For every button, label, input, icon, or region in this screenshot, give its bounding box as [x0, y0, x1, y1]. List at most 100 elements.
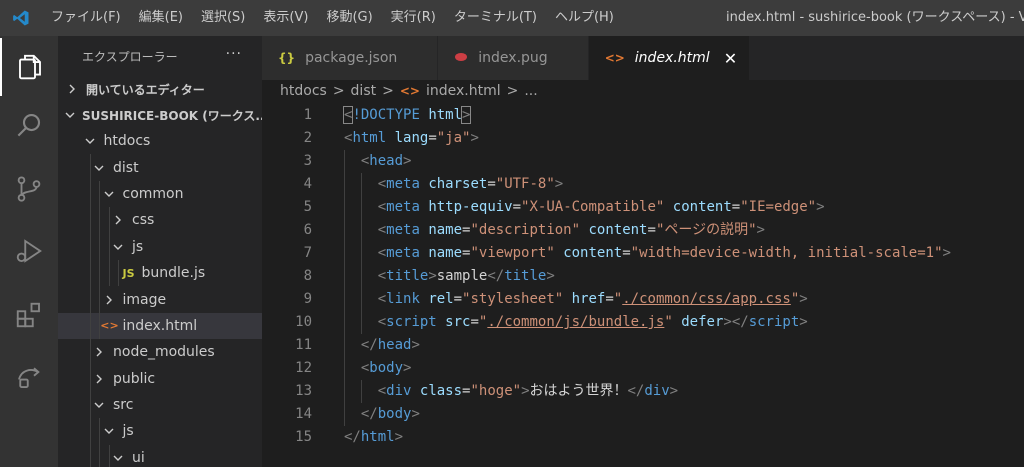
code-token: > — [411, 337, 420, 353]
menu-item[interactable]: 編集(E) — [130, 0, 192, 36]
code-line: 10 <script src="./common/js/bundle.js" de… — [262, 311, 1024, 334]
search-icon[interactable] — [0, 96, 58, 154]
indent-guide — [89, 259, 91, 287]
code-token: body — [377, 406, 412, 422]
menu-item[interactable]: 選択(S) — [192, 0, 254, 36]
chevron-right-icon — [91, 344, 107, 360]
tab-label: package.json — [305, 50, 398, 66]
code-line: 14 </body> — [262, 403, 1024, 426]
code-text: <body> — [361, 357, 412, 380]
tab-index-html[interactable]: <> index.html ✕ — [588, 36, 751, 80]
line-number: 11 — [295, 337, 312, 353]
indent-guide — [89, 233, 91, 260]
indent-guide — [118, 259, 119, 287]
menu-item[interactable]: ヘルプ(H) — [546, 0, 623, 36]
indent-guide — [344, 265, 345, 288]
indent-guide — [360, 288, 362, 311]
workspace-section[interactable]: SUSHIRICE-BOOK (ワークス... — [58, 102, 262, 128]
chevron-down-icon — [91, 397, 107, 413]
activity-bar — [0, 36, 58, 467]
code-token: > — [403, 360, 412, 376]
tree-item[interactable]: public — [58, 365, 262, 392]
explorer-sidebar: エクスプローラー ··· 開いているエディター SUSHIRICE-BOOK (… — [58, 36, 262, 467]
code-token: </ — [360, 337, 378, 353]
files-icon[interactable] — [0, 38, 58, 96]
code-token: meta — [386, 199, 420, 215]
js-file-icon: JS — [122, 266, 135, 280]
tree-item[interactable]: JS bundle.js — [58, 259, 262, 287]
code-token: "viewport" — [470, 245, 555, 261]
line-number: 14 — [295, 406, 312, 422]
code-token: </ — [487, 268, 505, 284]
code-token: script — [748, 314, 800, 330]
menu-item[interactable]: ファイル(F) — [42, 0, 130, 36]
code-token: title — [386, 268, 429, 284]
tree-item[interactable]: js — [58, 233, 262, 260]
breadcrumb-item[interactable]: htdocs — [280, 83, 327, 99]
code-token: > — [470, 130, 479, 146]
pug-file-icon — [454, 51, 468, 65]
line-number: 4 — [303, 176, 312, 192]
tree-item[interactable]: js — [58, 418, 262, 445]
line-number: 12 — [295, 360, 312, 376]
tree-item-label: htdocs — [103, 133, 151, 150]
menu-item[interactable]: 実行(R) — [382, 0, 445, 36]
indent-guide — [344, 196, 345, 219]
tree-item[interactable]: src — [58, 391, 262, 419]
code-token: div — [386, 383, 412, 399]
extensions-icon[interactable] — [0, 286, 58, 344]
code-token: < — [377, 245, 387, 261]
tree-item-label: node_modules — [113, 344, 215, 361]
tree-item-label: bundle.js — [141, 265, 206, 282]
tree-item[interactable]: htdocs — [58, 128, 262, 154]
code-token: "hoge" — [470, 383, 522, 399]
code-line: 2 <html lang="ja"> — [262, 127, 1024, 150]
tree-item[interactable]: common — [58, 180, 262, 208]
breadcrumb-item[interactable]: dist — [351, 83, 377, 99]
tree-item[interactable]: <> index.html — [58, 312, 262, 340]
code-token: > — [554, 176, 564, 192]
tab-package-json[interactable]: {} package.json — [262, 36, 439, 80]
tab-index-pug[interactable]: index.pug — [438, 36, 589, 80]
menu-item[interactable]: ターミナル(T) — [445, 0, 546, 36]
tree-item[interactable]: css — [58, 207, 262, 234]
line-number: 13 — [295, 383, 312, 399]
menu-item[interactable]: 移動(G) — [317, 0, 381, 36]
code-token: < — [377, 383, 387, 399]
tree-item[interactable]: image — [58, 286, 262, 313]
tree-item-label: image — [122, 291, 167, 308]
menu-item[interactable]: 表示(V) — [254, 0, 317, 36]
code-text: <script src="./common/js/bundle.js" defe… — [378, 311, 808, 334]
breadcrumb-item[interactable]: index.html — [426, 83, 501, 99]
more-actions-icon[interactable]: ··· — [226, 46, 242, 62]
indent-guide — [360, 242, 362, 265]
code-token: = — [731, 199, 741, 215]
tree-item[interactable]: ui — [58, 444, 262, 467]
remote-explorer-icon[interactable] — [0, 348, 58, 406]
line-number: 6 — [303, 222, 312, 238]
indent-guide — [99, 312, 100, 340]
close-icon[interactable]: ✕ — [724, 49, 737, 68]
code-token: > — [428, 268, 437, 284]
tab-label: index.pug — [478, 50, 548, 66]
indent-guide — [360, 265, 362, 288]
chevron-down-icon — [110, 450, 126, 466]
code-editor[interactable]: 1 <!DOCTYPE html> 2 <html lang="ja"> 3 <head>… — [262, 104, 1024, 467]
line-number: 2 — [303, 130, 312, 146]
indent-guide — [99, 180, 100, 208]
indent-guide — [89, 365, 91, 392]
source-control-icon[interactable] — [0, 160, 58, 218]
tree-item[interactable]: dist — [58, 154, 262, 181]
tree-item[interactable]: node_modules — [58, 339, 262, 366]
tab-label: index.html — [634, 50, 710, 66]
breadcrumb-item[interactable]: ... — [524, 83, 537, 99]
tree-item-label: ui — [132, 449, 145, 466]
code-token: = — [453, 291, 463, 307]
code-token: < — [377, 268, 387, 284]
open-editors-section[interactable]: 開いているエディター — [58, 76, 262, 102]
html-file-icon: <> — [100, 319, 119, 333]
code-token: "ja" — [436, 130, 471, 146]
run-debug-icon[interactable] — [0, 222, 58, 280]
